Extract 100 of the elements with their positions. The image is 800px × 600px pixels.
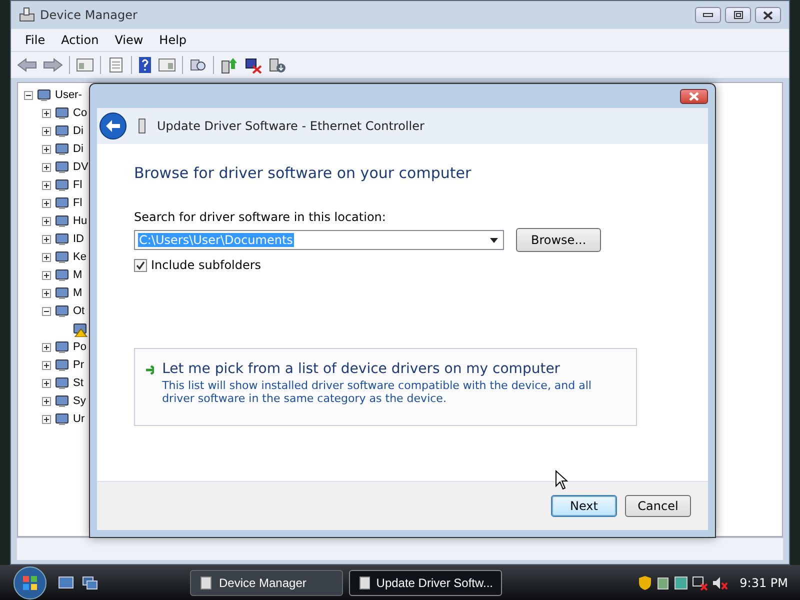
- browse-button[interactable]: Browse...: [516, 228, 602, 252]
- network-disconnected-icon[interactable]: [692, 574, 708, 590]
- device-icon: [54, 213, 70, 229]
- forward-arrow-icon[interactable]: [43, 57, 63, 73]
- window-icon: [199, 576, 213, 590]
- uninstall-icon[interactable]: [268, 56, 286, 74]
- tree-item[interactable]: Ur: [73, 413, 85, 425]
- minimize-icon: [703, 13, 713, 17]
- tree-item[interactable]: DV: [73, 161, 88, 173]
- switch-windows-icon[interactable]: [82, 576, 98, 590]
- expand-icon[interactable]: [42, 216, 51, 226]
- tree-item[interactable]: Ot: [73, 305, 85, 317]
- menu-item[interactable]: Help: [151, 33, 195, 47]
- menu-item[interactable]: File: [17, 33, 54, 47]
- volume-muted-icon[interactable]: [712, 574, 728, 590]
- device-icon: [54, 105, 70, 121]
- disable-device-icon[interactable]: [244, 56, 262, 74]
- arrow-icon: [145, 364, 154, 376]
- tray-app-icon[interactable]: [674, 574, 688, 590]
- expand-icon[interactable]: [42, 162, 51, 172]
- expand-icon[interactable]: [42, 198, 51, 208]
- tree-item[interactable]: Sy: [73, 395, 86, 407]
- expand-icon[interactable]: [42, 378, 51, 388]
- window-title: Device Manager: [40, 8, 138, 22]
- device-icon: [54, 195, 70, 211]
- checkbox-label: Include subfolders: [151, 258, 262, 272]
- option-description: This list will show installed driver software compatible with the device, and all driver software in the same category as the device.: [162, 379, 592, 405]
- path-value: C:\Users\User\Documents: [138, 233, 294, 247]
- expand-icon[interactable]: [42, 342, 51, 352]
- device-icon: [54, 123, 70, 139]
- taskbar-button[interactable]: Device Manager: [190, 570, 343, 596]
- pane-icon[interactable]: [158, 57, 176, 73]
- close-button[interactable]: [755, 7, 781, 23]
- tray-app-icon[interactable]: [656, 574, 670, 590]
- dialog-title: Update Driver Software - Ethernet Controller: [157, 119, 424, 133]
- tree-item[interactable]: Fl: [73, 197, 82, 209]
- tree-item[interactable]: Co: [73, 107, 88, 119]
- tree-item[interactable]: M: [73, 287, 82, 299]
- dropdown-arrow-icon[interactable]: [490, 238, 498, 242]
- dialog-button[interactable]: Next: [551, 495, 617, 517]
- network-adapter-icon: [137, 118, 147, 134]
- expand-icon[interactable]: [42, 180, 51, 190]
- show-desktop-icon[interactable]: [58, 576, 74, 590]
- device-icon: [54, 285, 70, 301]
- tree-item[interactable]: Pr: [73, 359, 84, 371]
- clock[interactable]: 9:31 PM: [740, 576, 788, 590]
- tree-item[interactable]: Hu: [73, 215, 88, 227]
- expand-icon[interactable]: [42, 108, 51, 118]
- tree-item[interactable]: Di: [73, 125, 84, 137]
- collapse-icon[interactable]: [42, 306, 51, 316]
- tree-item[interactable]: User-: [55, 89, 82, 101]
- expand-icon[interactable]: [42, 288, 51, 298]
- expand-icon[interactable]: [42, 414, 51, 424]
- tree-item[interactable]: St: [73, 377, 84, 389]
- expand-icon[interactable]: [42, 270, 51, 280]
- tree-item[interactable]: Ke: [73, 251, 86, 263]
- field-label: Search for driver software in this location:: [134, 210, 387, 224]
- pick-driver-option[interactable]: Let me pick from a list of device drivers on my computer This list will show installed driver software compatible with the device, and all driver software in the same category as the device.: [134, 348, 637, 426]
- update-driver-icon[interactable]: [220, 56, 238, 74]
- device-icon: [54, 357, 70, 373]
- maximize-icon: [734, 11, 742, 19]
- expand-icon[interactable]: [42, 126, 51, 136]
- back-arrow-icon[interactable]: [17, 57, 37, 73]
- device-icon: [36, 87, 52, 103]
- menu-item[interactable]: Action: [53, 33, 107, 47]
- pane-icon[interactable]: [76, 57, 94, 73]
- shield-icon[interactable]: [638, 574, 652, 590]
- device-icon: [54, 177, 70, 193]
- minimize-button[interactable]: [695, 7, 721, 23]
- option-title: Let me pick from a list of device drivers on my computer: [162, 361, 562, 377]
- menu-item[interactable]: View: [106, 33, 152, 47]
- close-button[interactable]: [680, 88, 708, 104]
- expand-icon[interactable]: [42, 396, 51, 406]
- window-icon: [358, 576, 370, 590]
- device-icon: [54, 411, 70, 427]
- tree-item[interactable]: Di: [73, 143, 84, 155]
- device-icon: [54, 159, 70, 175]
- back-button[interactable]: [99, 112, 127, 140]
- collapse-icon[interactable]: [24, 90, 33, 100]
- tree-item[interactable]: ID: [73, 233, 84, 245]
- expand-icon[interactable]: [42, 144, 51, 154]
- tree-item[interactable]: Fl: [73, 179, 82, 191]
- expand-icon[interactable]: [42, 252, 51, 262]
- tree-item[interactable]: M: [73, 269, 82, 281]
- expand-icon[interactable]: [42, 234, 51, 244]
- dialog-button[interactable]: Cancel: [625, 495, 691, 517]
- tree-item[interactable]: Po: [73, 341, 86, 353]
- page-heading: Browse for driver software on your computer: [134, 164, 472, 182]
- expand-icon[interactable]: [42, 360, 51, 370]
- device-icon: [54, 393, 70, 409]
- device-icon: [54, 303, 70, 319]
- device-icon: [54, 267, 70, 283]
- close-icon: [688, 92, 700, 100]
- checkbox[interactable]: [134, 258, 147, 272]
- device-icon: [54, 141, 70, 157]
- maximize-button[interactable]: [725, 7, 751, 23]
- taskbar-button[interactable]: Update Driver Softw...: [349, 570, 502, 596]
- properties-icon[interactable]: [107, 57, 125, 73]
- device-icon: [54, 249, 70, 265]
- help-icon[interactable]: [138, 56, 152, 74]
